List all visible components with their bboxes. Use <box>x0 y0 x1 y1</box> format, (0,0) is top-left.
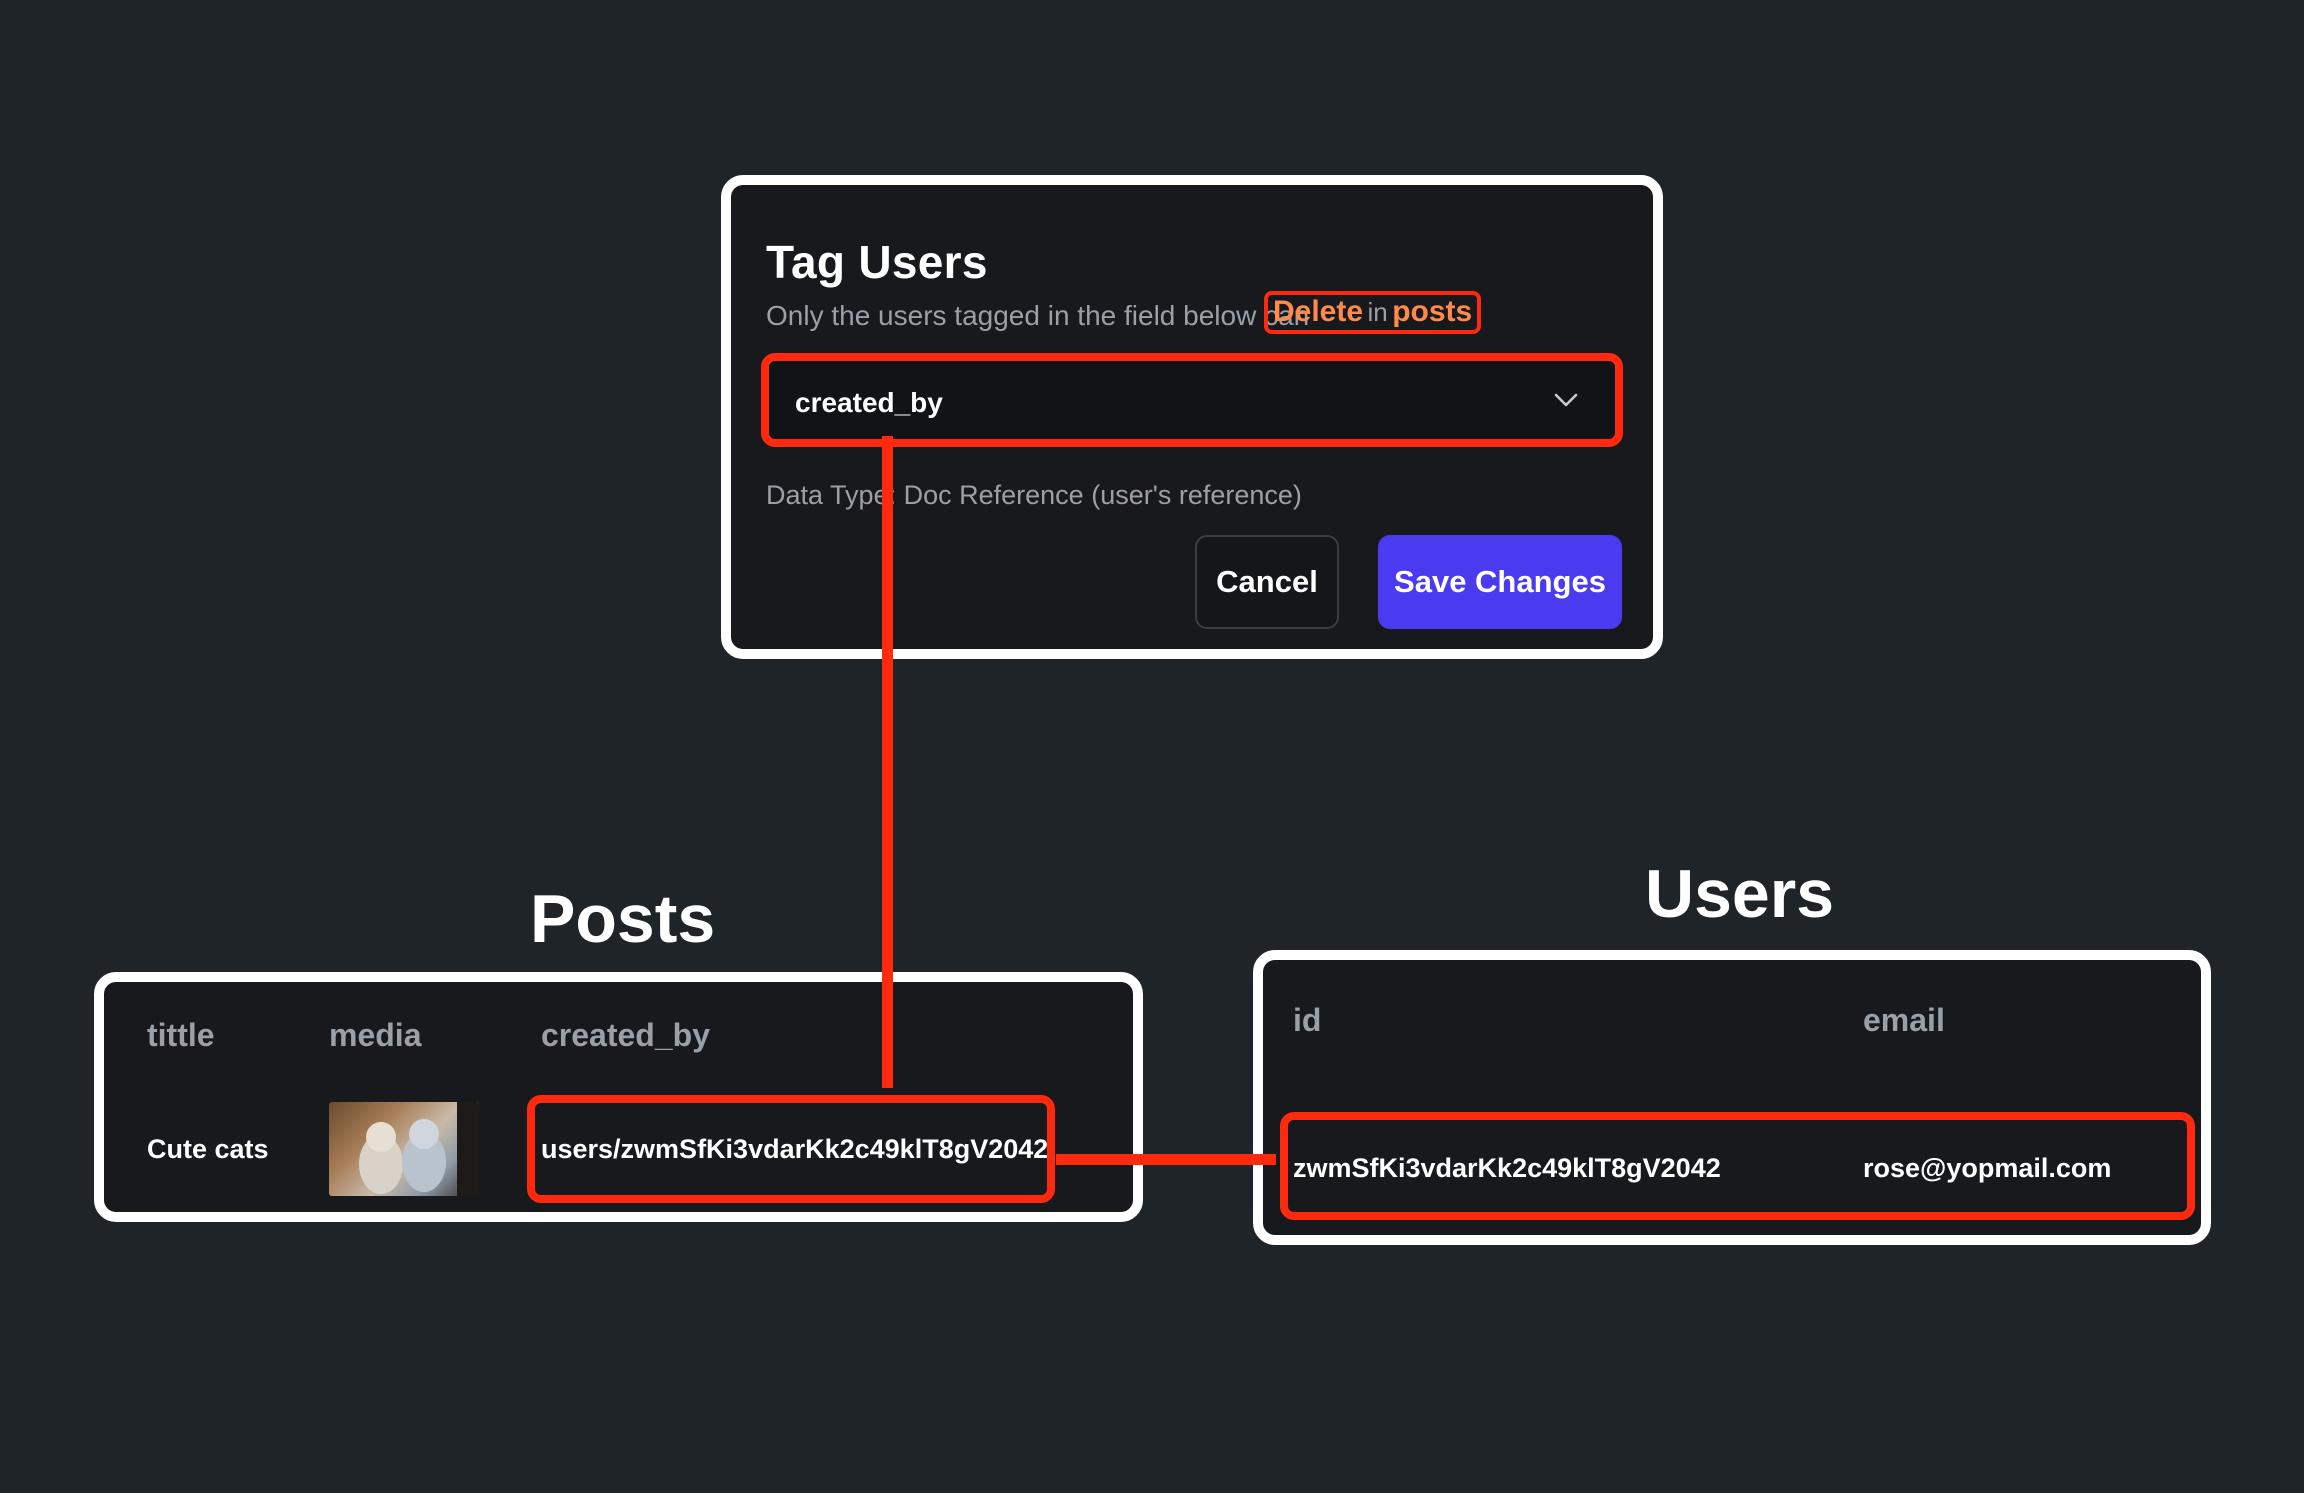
cell-tittle[interactable]: Cute cats <box>147 1134 269 1165</box>
users-table: id email zwmSfKi3vdarKk2c49klT8gV2042 ro… <box>1253 950 2211 1245</box>
in-label: in <box>1367 297 1388 327</box>
data-type-info: Data Type: Doc Reference (user's referen… <box>766 480 1302 511</box>
created-by-highlight <box>527 1095 1055 1203</box>
save-changes-button[interactable]: Save Changes <box>1378 535 1622 629</box>
data-type-value: Doc Reference (user's reference) <box>903 480 1302 510</box>
posts-table: tittle media created_by Cute cats users/… <box>94 972 1143 1222</box>
column-header-email: email <box>1863 1002 1945 1038</box>
dialog-subtitle: Only the users tagged in the field below… <box>766 300 1309 332</box>
cancel-button[interactable]: Cancel <box>1195 535 1339 629</box>
tag-users-dialog: Tag Users Only the users tagged in the f… <box>721 175 1663 659</box>
data-type-label: Data Type: <box>766 480 897 510</box>
cats-image[interactable] <box>329 1102 479 1196</box>
dialog-title: Tag Users <box>766 236 988 288</box>
collection-label: posts <box>1392 295 1473 328</box>
column-header-created-by: created_by <box>541 1017 710 1053</box>
action-label: Delete <box>1273 295 1364 328</box>
subtitle-text: Only the users tagged in the field below… <box>766 300 1310 331</box>
user-row-highlight <box>1280 1112 2195 1220</box>
column-header-id: id <box>1293 1002 1322 1038</box>
connector-vertical <box>882 436 893 1088</box>
permission-highlight: Delete in posts <box>1264 291 1481 334</box>
field-select-value: created_by <box>795 387 943 418</box>
posts-title: Posts <box>530 881 716 957</box>
users-title: Users <box>1645 856 1835 932</box>
column-header-tittle: tittle <box>147 1017 215 1053</box>
field-select[interactable]: created_by <box>761 353 1623 447</box>
chevron-down-icon[interactable] <box>1551 385 1581 415</box>
connector-horizontal <box>1056 1154 1276 1165</box>
column-header-media: media <box>329 1017 422 1053</box>
cats-photo-icon <box>359 1102 479 1196</box>
